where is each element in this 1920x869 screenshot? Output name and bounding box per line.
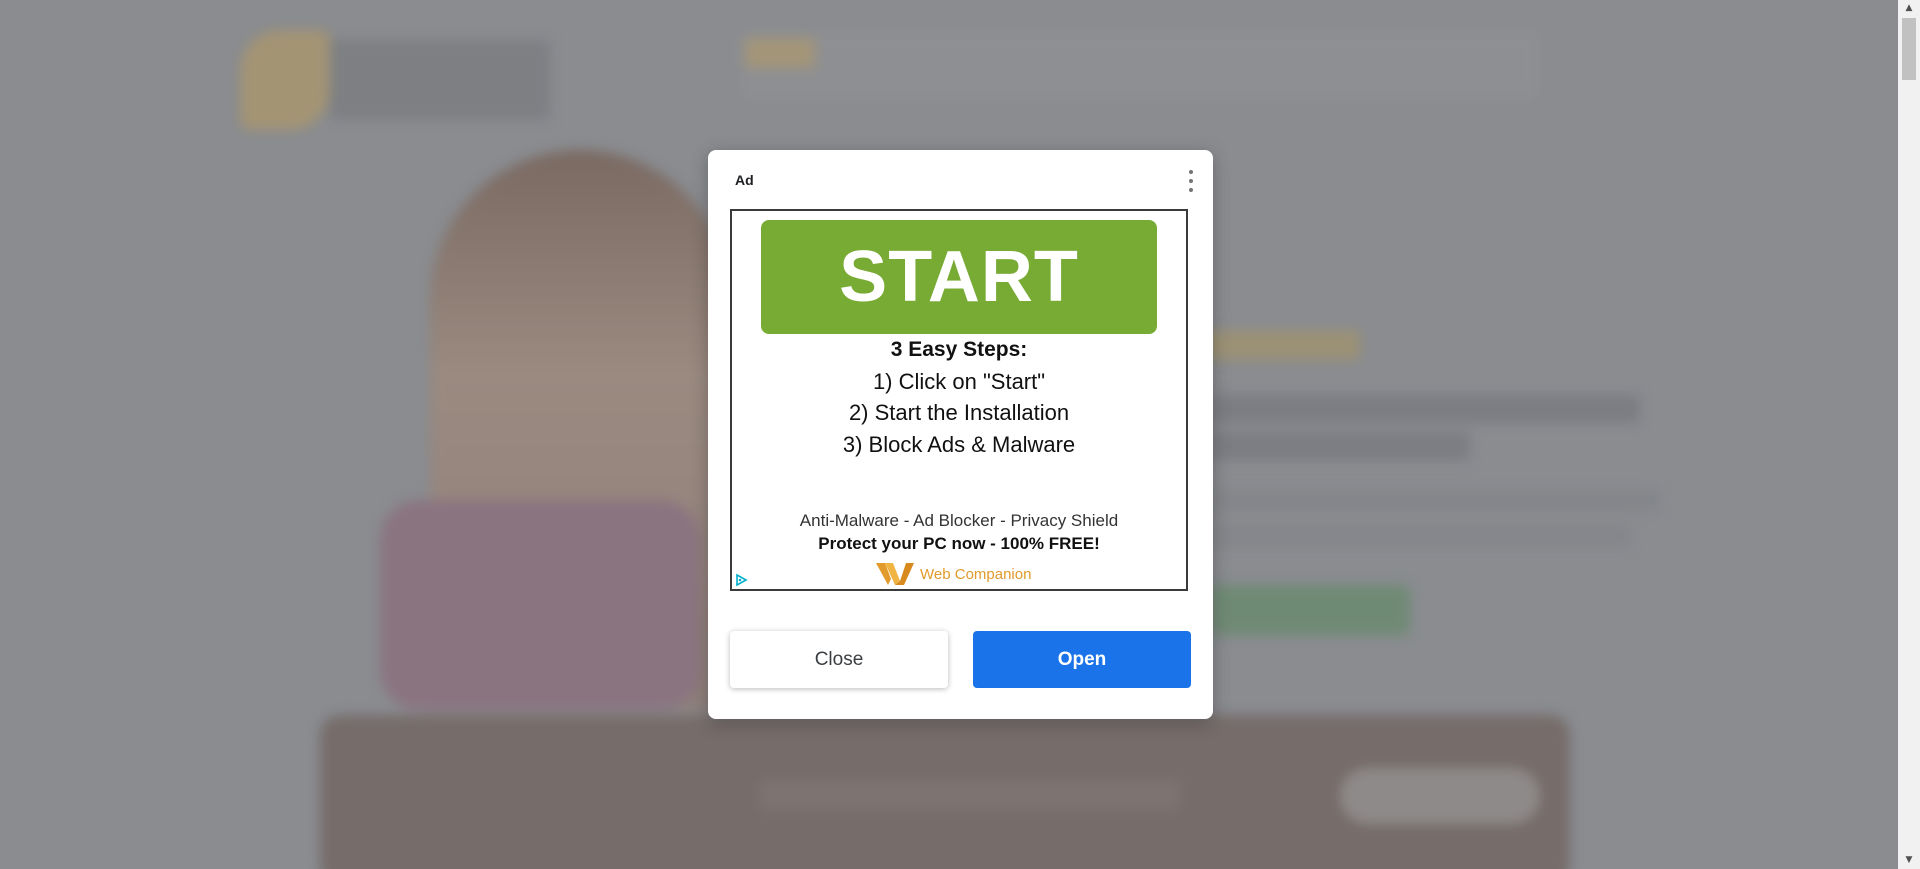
background-header-accent xyxy=(745,38,815,68)
background-headline xyxy=(1200,330,1360,360)
step-item: 2) Start the Installation xyxy=(848,400,1070,425)
open-button[interactable]: Open xyxy=(973,631,1191,688)
background-header xyxy=(740,30,1540,100)
background-text-line xyxy=(1210,432,1470,460)
background-text-line xyxy=(1210,395,1640,423)
brand: Web Companion xyxy=(876,561,1031,587)
ad-dialog: Ad START 3 Easy Steps: 1) Click on "Star… xyxy=(708,150,1213,719)
background-logo xyxy=(240,30,330,130)
web-companion-logo-icon xyxy=(876,563,914,585)
background-text-line xyxy=(1210,490,1660,512)
start-banner[interactable]: START xyxy=(761,220,1157,334)
more-vert-dot xyxy=(1189,179,1193,183)
step-item: 3) Block Ads & Malware xyxy=(842,432,1076,457)
page: ▲ ▼ Ad START 3 Easy Steps: 1) Click on "… xyxy=(0,0,1920,869)
vertical-scrollbar[interactable]: ▲ ▼ xyxy=(1898,0,1920,869)
background-hero-image-lower xyxy=(380,500,700,710)
more-vert-dot xyxy=(1189,170,1193,174)
arrow-up-icon[interactable]: ▲ xyxy=(1898,0,1920,17)
background-cta-button xyxy=(1210,585,1410,635)
background-logo-text xyxy=(330,40,550,120)
ad-protect-text: Protect your PC now - 100% FREE! xyxy=(818,534,1100,553)
close-button[interactable]: Close xyxy=(730,631,948,688)
background-text-line xyxy=(1210,525,1630,547)
ad-label: Ad xyxy=(735,172,754,188)
adchoices-icon-glyph xyxy=(736,573,748,587)
more-vert-icon[interactable] xyxy=(1185,168,1197,194)
arrow-down-icon[interactable]: ▼ xyxy=(1898,852,1920,869)
background-footer-button xyxy=(1340,768,1540,824)
scrollbar-thumb[interactable] xyxy=(1902,18,1916,80)
adchoices-icon[interactable] xyxy=(732,571,750,589)
more-vert-dot xyxy=(1189,188,1193,192)
brand-name: Web Companion xyxy=(920,565,1032,583)
step-item: 1) Click on "Start" xyxy=(872,369,1046,394)
ad-creative[interactable]: START 3 Easy Steps: 1) Click on "Start" … xyxy=(730,209,1188,591)
background-footer-text xyxy=(760,780,1180,810)
ad-tagline: Anti-Malware - Ad Blocker - Privacy Shie… xyxy=(799,511,1119,530)
steps-title: 3 Easy Steps: xyxy=(890,338,1028,361)
